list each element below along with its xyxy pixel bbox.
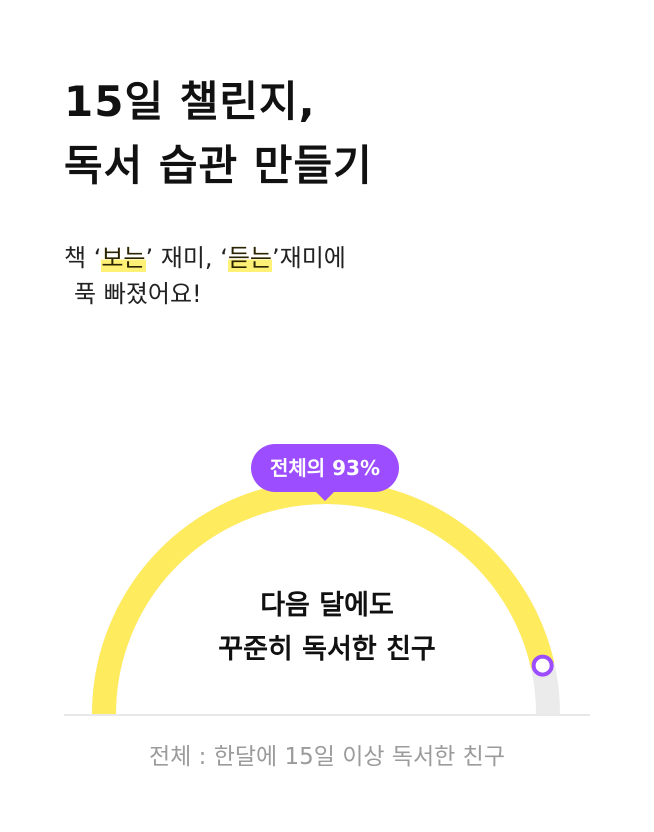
percentage-badge-label: 전체의 93% [269, 456, 381, 480]
divider [64, 714, 590, 716]
footnote: 전체 : 한달에 15일 이상 독서한 친구 [149, 744, 505, 770]
gauge-center-text: 다음 달에도 꾸준히 독서한 친구 [127, 584, 527, 672]
center-text-line-2: 꾸준히 독서한 친구 [218, 634, 436, 665]
center-text-line-1: 다음 달에도 [260, 590, 394, 621]
percentage-badge: 전체의 93% [251, 444, 399, 501]
gauge-chart [92, 480, 560, 715]
gauge-progress-marker [531, 654, 554, 677]
